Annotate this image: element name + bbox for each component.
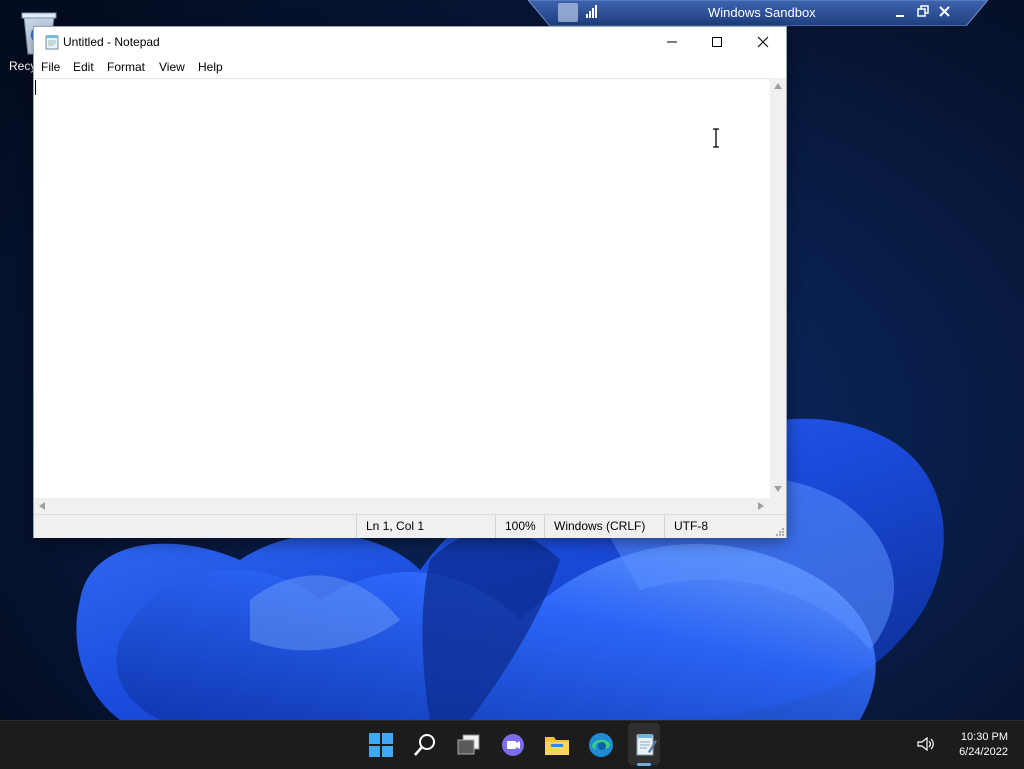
resize-grip-icon[interactable]: [775, 527, 785, 537]
horizontal-scrollbar[interactable]: [34, 498, 770, 514]
status-line-ending: Windows (CRLF): [544, 515, 664, 538]
recycle-bin-label: Recy: [9, 59, 37, 73]
status-encoding: UTF-8: [664, 515, 774, 538]
taskbar-clock[interactable]: 10:30 PM 6/24/2022: [948, 730, 1008, 760]
connection-signal-icon: [586, 5, 597, 18]
menu-format[interactable]: Format: [107, 60, 145, 74]
title-bar[interactable]: Untitled - Notepad: [34, 27, 786, 57]
notepad-app-icon: [45, 35, 59, 50]
sandbox-restore-icon[interactable]: [914, 3, 932, 21]
maximize-icon: [712, 37, 722, 47]
sandbox-connection-bar: Windows Sandbox: [528, 0, 988, 26]
volume-icon[interactable]: [916, 735, 936, 753]
scroll-up-icon[interactable]: [774, 83, 782, 89]
menu-edit[interactable]: Edit: [73, 60, 94, 74]
scroll-right-icon[interactable]: [758, 502, 764, 510]
edge-icon[interactable]: [586, 730, 616, 760]
file-explorer-icon[interactable]: [542, 730, 572, 760]
close-icon: [757, 36, 769, 48]
menu-file[interactable]: File: [41, 60, 60, 74]
menu-help[interactable]: Help: [198, 60, 223, 74]
taskbar: [0, 720, 1024, 769]
notepad-icon[interactable]: [630, 730, 660, 760]
scroll-left-icon[interactable]: [39, 502, 45, 510]
notepad-window: Untitled - Notepad File Edit Format View…: [34, 27, 786, 538]
text-editor-area[interactable]: [34, 78, 770, 499]
status-cursor-position: Ln 1, Col 1: [356, 515, 496, 538]
clock-time: 10:30 PM: [960, 731, 1008, 743]
status-bar: Ln 1, Col 1 100% Windows (CRLF) UTF-8: [34, 514, 786, 538]
text-caret: [35, 80, 36, 95]
minimize-button[interactable]: [649, 27, 695, 57]
task-view-icon[interactable]: [454, 730, 484, 760]
vertical-scrollbar[interactable]: [770, 78, 786, 498]
ibeam-cursor-icon: [713, 128, 719, 148]
sandbox-close-icon[interactable]: [936, 3, 954, 21]
pin-icon[interactable]: [558, 3, 578, 22]
start-icon[interactable]: [366, 730, 396, 760]
active-app-indicator: [637, 763, 651, 766]
clock-date: 6/24/2022: [959, 746, 1008, 758]
scroll-corner: [770, 498, 786, 514]
maximize-button[interactable]: [694, 27, 740, 57]
close-button[interactable]: [740, 27, 786, 57]
chat-icon[interactable]: [498, 730, 528, 760]
sandbox-title: Windows Sandbox: [708, 5, 816, 20]
menu-bar: File Edit Format View Help: [34, 57, 786, 77]
status-zoom: 100%: [495, 515, 545, 538]
window-title: Untitled - Notepad: [63, 35, 160, 49]
menu-view[interactable]: View: [159, 60, 185, 74]
search-icon[interactable]: [410, 730, 440, 760]
minimize-icon: [667, 41, 677, 43]
scroll-down-icon[interactable]: [774, 486, 782, 492]
sandbox-minimize-icon[interactable]: [892, 3, 910, 21]
